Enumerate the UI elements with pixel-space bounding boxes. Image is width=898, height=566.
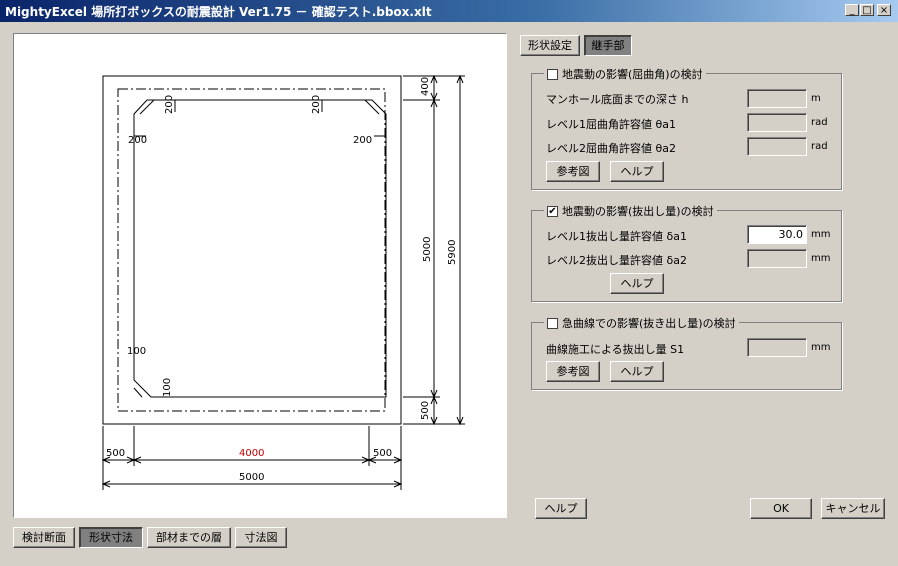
outer-wall (102, 75, 402, 425)
input-s1[interactable] (747, 338, 807, 357)
unit-label: rad (811, 141, 828, 152)
maximize-button[interactable]: □ (860, 4, 874, 16)
haunch-label-bottom-left-v: 100 (127, 346, 146, 357)
unit-label: mm (811, 229, 831, 240)
haunch-label-bottom-left-h: 100 (162, 378, 173, 397)
dim-label-right-cover: 500 (373, 448, 392, 459)
checkbox-pullout[interactable]: ✔ (547, 205, 558, 217)
center-line (117, 88, 386, 412)
dim-label-total-width: 5000 (239, 472, 264, 483)
minimize-button[interactable]: _ (845, 4, 859, 16)
haunch-line (139, 99, 155, 115)
footer-help-button[interactable]: ヘルプ (535, 498, 587, 519)
checkbox-sharp-curve[interactable] (547, 317, 558, 329)
inner-opening (133, 99, 387, 398)
label-delta-a2: レベル2抜出し量許容値 δa2 (546, 254, 687, 267)
dim-label-bottom-cover: 500 (420, 401, 431, 420)
help-button[interactable]: ヘルプ (610, 161, 664, 182)
dim-label-total-height: 5900 (447, 240, 458, 265)
reference-figure-button[interactable]: 参考図 (546, 161, 600, 182)
group-title: 地震動の影響(屈曲角)の検討 (562, 68, 703, 81)
haunch-label-right-top: 200 (353, 135, 372, 146)
input-depth[interactable] (747, 89, 807, 108)
label-theta-a1: レベル1屈曲角許容値 θa1 (546, 118, 676, 131)
dim-label-inner-height: 5000 (422, 237, 433, 262)
unit-label: rad (811, 117, 828, 128)
cancel-button[interactable]: キャンセル (821, 498, 885, 519)
tab-inspection-section[interactable]: 検討断面 (13, 527, 75, 548)
input-delta-a2[interactable] (747, 249, 807, 268)
haunch-line (133, 387, 143, 398)
drawing-canvas: 400 5000 5900 500 500 4000 500 5000 200 … (13, 33, 507, 518)
unit-label: mm (811, 342, 831, 353)
input-theta-a1[interactable] (747, 113, 807, 132)
label-depth: マンホール底面までの深さ h (546, 93, 689, 106)
label-s1: 曲線施工による抜出し量 S1 (546, 343, 685, 356)
label-theta-a2: レベル2屈曲角許容値 θa2 (546, 142, 676, 155)
tab-layer-to-member[interactable]: 部材までの層 (147, 527, 231, 548)
haunch-label-top-left: 200 (164, 95, 175, 114)
tab-shape-setting[interactable]: 形状設定 (520, 35, 580, 56)
reference-figure-button[interactable]: 参考図 (546, 361, 600, 382)
unit-label: m (811, 93, 821, 104)
window-title: MightyExcel 場所打ボックスの耐震設計 Ver1.75 － 確認テスト… (5, 5, 432, 19)
haunch-label-left-top: 200 (128, 135, 147, 146)
input-delta-a1[interactable]: 30.0 (747, 225, 807, 244)
dim-label-inner-width: 4000 (239, 448, 264, 459)
dim-label-left-cover: 500 (106, 448, 125, 459)
close-button[interactable]: × (877, 4, 891, 16)
group-title: 急曲線での影響(抜き出し量)の検討 (562, 317, 736, 330)
tab-joint[interactable]: 継手部 (584, 35, 632, 56)
ok-button[interactable]: OK (750, 498, 812, 519)
haunch-label-top-right: 200 (311, 95, 322, 114)
help-button[interactable]: ヘルプ (610, 273, 664, 294)
title-bar: MightyExcel 場所打ボックスの耐震設計 Ver1.75 － 確認テスト… (0, 0, 898, 22)
unit-label: mm (811, 253, 831, 264)
input-theta-a2[interactable] (747, 137, 807, 156)
dim-label-top-cover: 400 (420, 77, 431, 96)
tab-dimension-drawing[interactable]: 寸法図 (235, 527, 287, 548)
box-section-drawing: 400 5000 5900 500 500 4000 500 5000 200 … (101, 74, 465, 490)
group-title: 地震動の影響(抜出し量)の検討 (562, 205, 714, 218)
haunch-line (364, 99, 380, 115)
label-delta-a1: レベル1抜出し量許容値 δa1 (546, 230, 687, 243)
checkbox-bending-angle[interactable] (547, 68, 558, 80)
help-button[interactable]: ヘルプ (610, 361, 664, 382)
tab-shape-dimensions[interactable]: 形状寸法 (79, 527, 143, 548)
